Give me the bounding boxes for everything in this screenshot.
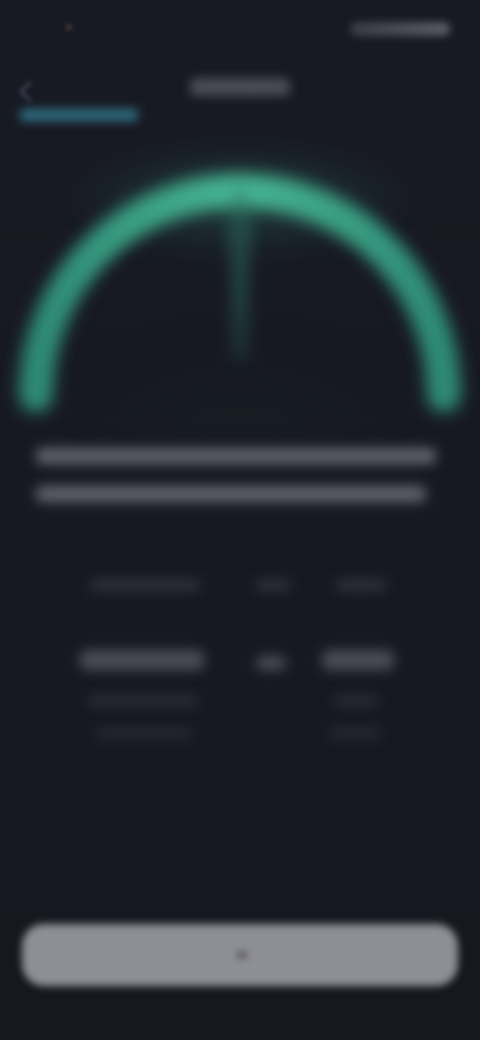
- description: [36, 448, 436, 524]
- stat-left-sub1: [88, 696, 198, 706]
- bottom-action-area: [0, 880, 480, 1040]
- gauge-inner-shade: [70, 230, 410, 430]
- stat-right-sub1: [334, 696, 378, 706]
- gauge-arc: [18, 173, 462, 430]
- stats-panel: [0, 580, 480, 800]
- gauge: [0, 140, 480, 430]
- description-line-2: [36, 486, 426, 502]
- stat-right: [322, 580, 398, 738]
- description-line-1: [36, 448, 436, 464]
- stat-right-label: [336, 580, 386, 590]
- page-title: [190, 78, 290, 96]
- back-arrow-icon[interactable]: [18, 80, 41, 103]
- app-screen: [0, 0, 480, 1040]
- top-nav: [0, 64, 480, 124]
- stat-middle: [256, 580, 296, 670]
- stat-left: [80, 580, 204, 738]
- stat-left-label: [90, 580, 200, 590]
- button-icon: [236, 950, 248, 960]
- stat-right-sub2: [330, 728, 380, 738]
- stat-middle-value: [256, 656, 286, 670]
- stat-left-value: [80, 650, 204, 670]
- stat-middle-label: [256, 580, 290, 590]
- recording-dot-icon: [66, 24, 72, 30]
- status-bar: [0, 0, 480, 56]
- stat-right-value: [322, 650, 394, 670]
- stat-left-sub2: [96, 728, 192, 738]
- status-icons: [350, 22, 450, 36]
- nav-link[interactable]: [20, 109, 138, 121]
